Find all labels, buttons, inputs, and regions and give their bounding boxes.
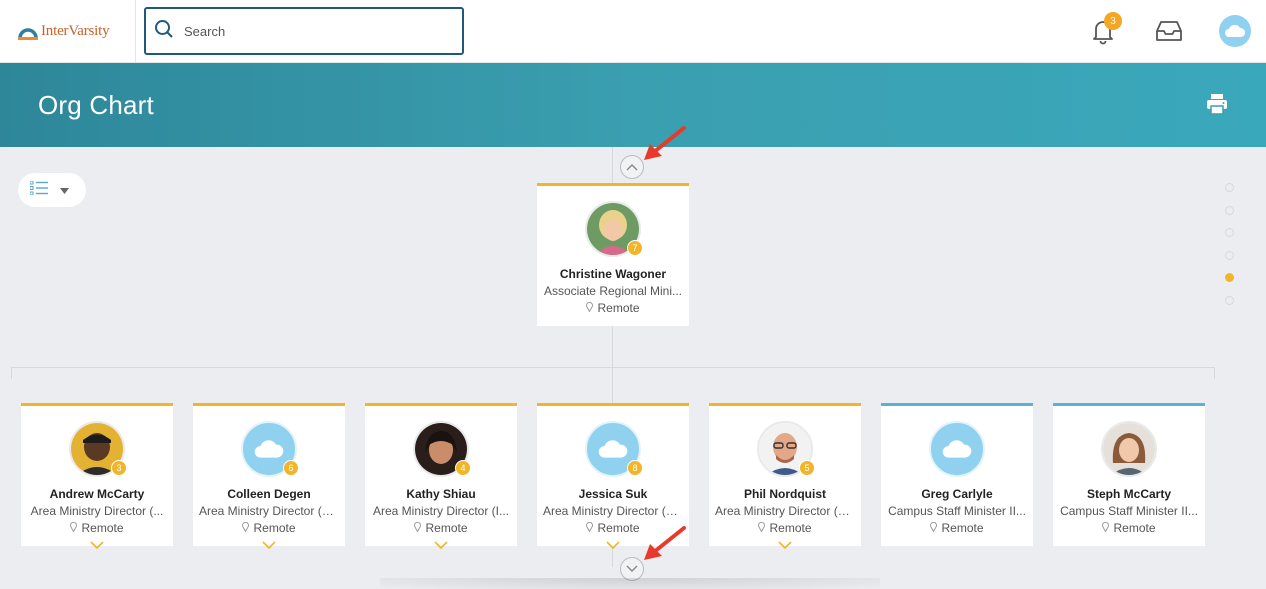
print-icon[interactable] [1205, 92, 1229, 116]
employee-title: Campus Staff Minister II... [1060, 504, 1198, 518]
scroll-shadow [380, 578, 880, 589]
direct-reports-count: 5 [799, 460, 815, 476]
employee-name[interactable]: Jessica Suk [537, 487, 689, 501]
employee-name[interactable]: Phil Nordquist [709, 487, 861, 501]
employee-title: Area Ministry Director (S... [715, 504, 855, 518]
annotation-arrow-icon [644, 126, 686, 160]
location-text: Remote [941, 521, 984, 535]
direct-reports-count: 4 [455, 460, 471, 476]
logo-icon [18, 24, 38, 40]
chevron-down-icon[interactable] [606, 536, 620, 550]
location-pin-icon [70, 521, 78, 535]
direct-reports-count: 6 [283, 460, 299, 476]
chevron-down-icon[interactable] [778, 536, 792, 550]
connector-tick [11, 367, 12, 379]
connector-tick [1214, 367, 1215, 379]
employee-location: Remote [709, 521, 861, 535]
chevron-down-icon [626, 565, 638, 572]
location-pin-icon [930, 521, 938, 535]
employee-title: Area Ministry Director (I... [372, 504, 510, 518]
direct-reports-count: 7 [627, 240, 643, 256]
level-pager [1225, 183, 1235, 318]
report-card[interactable]: Steph McCarty Campus Staff Minister II..… [1053, 403, 1205, 546]
employee-title: Associate Regional Mini... [543, 284, 683, 298]
connector-horizontal [11, 367, 1215, 368]
location-pin-icon [586, 301, 594, 315]
employee-name[interactable]: Christine Wagoner [537, 267, 689, 281]
view-toggle-button[interactable] [18, 173, 86, 207]
report-card[interactable]: 3 Andrew McCarty Area Ministry Director … [21, 403, 173, 550]
logo[interactable]: InterVarsity [0, 0, 136, 63]
report-card[interactable]: Greg Carlyle Campus Staff Minister II...… [881, 403, 1033, 546]
employee-title: Campus Staff Minister II... [888, 504, 1026, 518]
location-pin-icon [1102, 521, 1110, 535]
avatar [1101, 421, 1157, 477]
location-text: Remote [597, 301, 640, 315]
report-card[interactable]: 6 Colleen Degen Area Ministry Director (… [193, 403, 345, 550]
page-header: Org Chart [0, 63, 1266, 147]
report-card[interactable]: 5 Phil Nordquist Area Ministry Director … [709, 403, 861, 550]
list-view-icon [29, 180, 48, 200]
notification-count-badge: 3 [1104, 12, 1122, 30]
annotation-arrow-icon [644, 526, 686, 560]
location-pin-icon [758, 521, 766, 535]
cloud-icon [254, 440, 284, 458]
profile-avatar[interactable] [1219, 15, 1251, 47]
employee-name[interactable]: Steph McCarty [1053, 487, 1205, 501]
location-text: Remote [253, 521, 296, 535]
direct-reports-count: 3 [111, 460, 127, 476]
employee-location: Remote [193, 521, 345, 535]
employee-name[interactable]: Colleen Degen [193, 487, 345, 501]
employee-title: Area Ministry Director (... [30, 504, 164, 518]
cloud-icon [598, 440, 628, 458]
employee-name[interactable]: Andrew McCarty [21, 487, 173, 501]
inbox-icon[interactable] [1155, 19, 1183, 43]
caret-down-icon [60, 181, 69, 199]
employee-location: Remote [21, 521, 173, 535]
location-text: Remote [597, 521, 640, 535]
employee-name[interactable]: Kathy Shiau [365, 487, 517, 501]
pager-dot[interactable] [1225, 228, 1234, 237]
page-title: Org Chart [38, 90, 154, 120]
logo-text: InterVarsity [41, 23, 110, 39]
chevron-up-icon [626, 164, 638, 171]
employee-location: Remote [881, 521, 1033, 535]
manager-card[interactable]: 7 Christine Wagoner Associate Regional M… [537, 183, 689, 326]
search-input[interactable] [184, 23, 444, 39]
top-bar: InterVarsity 3 [0, 0, 1266, 63]
chevron-down-icon[interactable] [434, 536, 448, 550]
employee-location: Remote [365, 521, 517, 535]
location-text: Remote [1113, 521, 1156, 535]
pager-dot[interactable] [1225, 205, 1234, 215]
pager-dot[interactable] [1225, 295, 1234, 305]
location-pin-icon [586, 521, 594, 535]
employee-location: Remote [537, 301, 689, 315]
employee-location: Remote [1053, 521, 1205, 535]
search-icon [154, 19, 174, 44]
report-card[interactable]: 4 Kathy Shiau Area Ministry Director (I.… [365, 403, 517, 550]
chevron-down-icon[interactable] [90, 536, 104, 550]
search-box[interactable] [144, 7, 464, 55]
chevron-down-icon[interactable] [262, 536, 276, 550]
employee-name[interactable]: Greg Carlyle [881, 487, 1033, 501]
location-pin-icon [414, 521, 422, 535]
direct-reports-count: 8 [627, 460, 643, 476]
employee-title: Area Ministry Director (S... [199, 504, 339, 518]
avatar [929, 421, 985, 477]
cloud-icon [1225, 24, 1246, 37]
location-text: Remote [769, 521, 812, 535]
location-pin-icon [242, 521, 250, 535]
location-text: Remote [81, 521, 124, 535]
location-text: Remote [425, 521, 468, 535]
pager-dot[interactable] [1225, 250, 1234, 260]
pager-dot-active[interactable] [1225, 273, 1234, 282]
pager-dot[interactable] [1225, 183, 1234, 192]
employee-title: Area Ministry Director (C... [543, 504, 683, 518]
cloud-icon [942, 440, 972, 458]
